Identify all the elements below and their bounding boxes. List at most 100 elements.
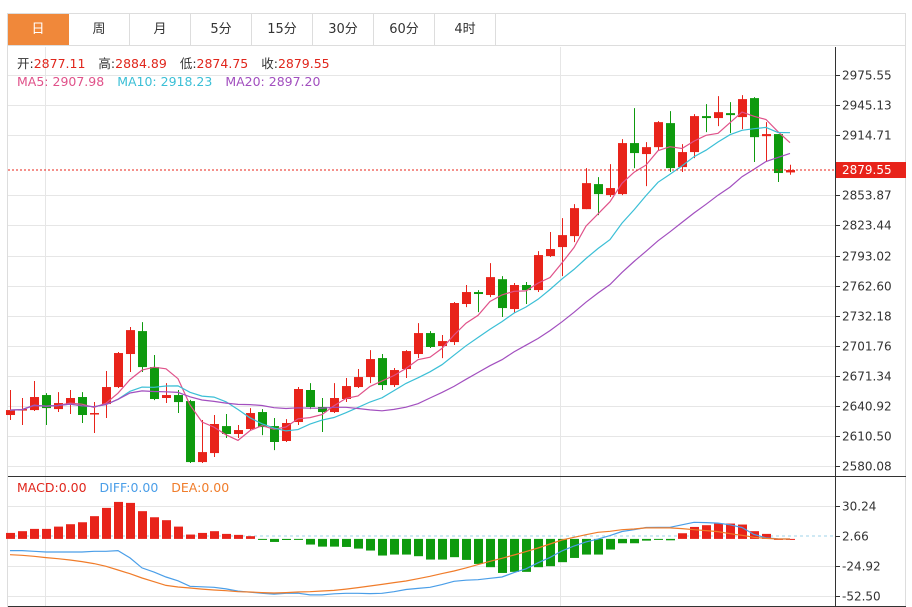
candle [18,398,27,425]
candle-body [30,397,39,411]
candle [486,263,495,298]
macd-bar [210,531,219,539]
candle-body [726,113,735,116]
candle [570,204,579,243]
y-tick-label: 2914.71 [842,129,892,143]
candle-body [306,390,315,408]
ma10-value: 2918.23 [160,74,213,89]
macd-bar [414,538,423,557]
candle-body [126,330,135,355]
candle [714,96,723,127]
candle-body [174,395,183,403]
y-tick-label: 2732.18 [842,310,892,324]
ma5-label: MA5: [17,74,49,89]
macd-tick-label: 30.24 [842,500,876,514]
candle-body [6,410,15,416]
open-value: 2877.11 [33,56,86,71]
macd-bar [642,538,651,541]
candle-body [366,359,375,378]
candle-body [522,285,531,291]
high-label: 高: [98,56,116,71]
candle [426,331,435,348]
candle [402,350,411,379]
candle-body [570,208,579,237]
candle-body [450,303,459,343]
macd-bar [294,538,303,540]
macd-bar [678,533,687,539]
candle [102,371,111,418]
candle-body [762,134,771,137]
y-tick-label: 2975.55 [842,69,892,83]
y-tick-label: 2762.60 [842,280,892,294]
macd-bar [618,538,627,544]
candle-body [486,277,495,296]
ohlc-info: 开:2877.11 高:2884.89 低:2874.75 收:2879.55 … [17,55,330,91]
candle [390,368,399,388]
macd-tick-label: -52.50 [842,590,881,604]
candle-body [582,183,591,210]
macd-bar [654,538,663,540]
candle [654,121,663,151]
candle-body [390,370,399,386]
candle [510,283,519,313]
macd-bar [366,538,375,551]
macd-bar [102,507,111,539]
candle-body [342,386,351,399]
macd-bar [474,538,483,564]
candle [210,415,219,458]
candle-body [294,389,303,423]
candle-body [642,147,651,155]
macd-bar [138,511,147,539]
candle-body [150,367,159,399]
macd-tick-label: 2.66 [842,530,869,544]
macd-bar [318,538,327,547]
candle [522,282,531,305]
candle [330,383,339,414]
last-price-label: 2879.55 [842,163,892,177]
y-tick-label: 2945.13 [842,99,892,113]
candle [534,251,543,293]
candle-body [774,134,783,174]
candle [666,111,675,173]
macd-bar [126,502,135,539]
macd-bar [222,533,231,539]
macd-bar [18,531,27,539]
ma20-label: MA20: [225,74,265,89]
candle-body [198,452,207,463]
macd-bar [606,538,615,550]
macd-bar [570,538,579,558]
candle [198,420,207,464]
candle [474,290,483,313]
macd-bar [438,538,447,560]
candle [546,232,555,258]
macd-bar [282,538,291,540]
candle-body [282,423,291,442]
macd-bar [6,532,15,539]
macd-label: MACD: [17,480,59,495]
candle [114,352,123,389]
macd-bar [342,538,351,547]
candle-body [474,292,483,295]
y-tick-label: 2610.50 [842,430,892,444]
macd-bar [54,526,63,539]
candle-body [510,285,519,310]
macd-bar [258,538,267,540]
candle-body [546,249,555,257]
macd-bar [42,528,51,539]
candle-body [426,333,435,348]
low-value: 2874.75 [196,56,249,71]
candle [582,168,591,210]
candle-body [102,387,111,405]
macd-bar [378,538,387,556]
macd-value: 0.00 [58,480,87,495]
candle [126,327,135,373]
candle-body [666,123,675,169]
high-value: 2884.89 [115,56,167,71]
candle-body [234,430,243,434]
candle-body [114,353,123,388]
kline-chart[interactable]: 2975.55 2945.13 2914.71 2853.87 2823.44 2793.… [0,0,912,607]
macd-bar [426,538,435,560]
macd-bar [462,538,471,560]
candle [366,350,375,384]
candle-body [558,235,567,248]
